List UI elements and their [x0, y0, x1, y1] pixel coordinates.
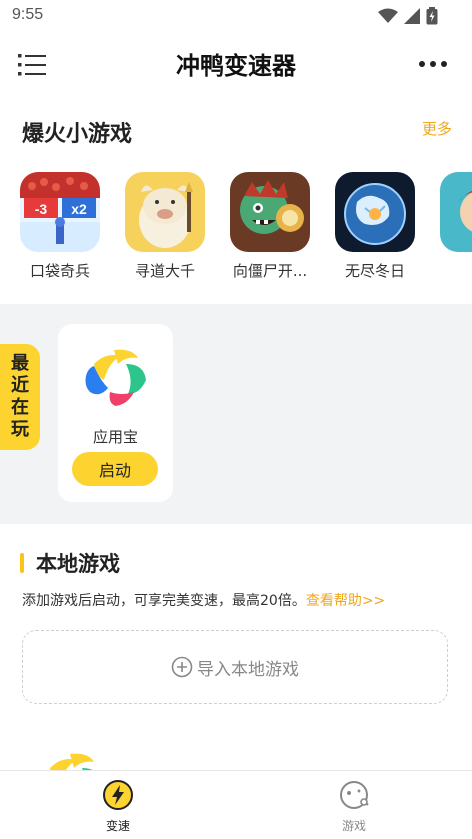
game-icon [125, 172, 205, 252]
status-bar: 9:55 [0, 0, 472, 32]
import-label: 导入本地游戏 [197, 659, 299, 680]
local-games-title: 本地游戏 [36, 552, 120, 576]
game-icon [335, 172, 415, 252]
game-icon: -3 x2 [20, 172, 100, 252]
status-icons [378, 7, 438, 25]
plus-circle-icon [171, 656, 193, 678]
recent-section: 最 近 在 玩 应用宝 启动 [0, 304, 472, 524]
game-name: 无尽冬日 [344, 262, 405, 280]
page-title: 冲鸭变速器 [176, 52, 296, 80]
app-header: 冲鸭变速器 [0, 32, 472, 96]
hot-games-more-link[interactable]: 更多 [422, 118, 452, 139]
recent-tab-char: 在 [11, 397, 29, 418]
game-controller-icon [340, 781, 369, 809]
game-name: 寻道大千 [134, 262, 195, 280]
help-link[interactable]: 查看帮助>> [306, 593, 385, 609]
game-name: 向僵尸开... [232, 262, 308, 280]
bottom-navigation: 变速 游戏 [0, 770, 472, 839]
lightning-icon [103, 780, 133, 810]
hot-games-list: -3 x2 口袋奇兵 寻道大千 向僵尸开... 无尽冬日 [0, 172, 472, 292]
import-local-game-button[interactable]: 导入本地游戏 [22, 630, 448, 704]
game-item-pocket-army[interactable]: -3 x2 口袋奇兵 [10, 172, 110, 281]
wifi-icon [378, 8, 398, 23]
recent-app-name: 应用宝 [92, 428, 138, 446]
game-item-partial[interactable]: 潮 [430, 172, 472, 281]
recent-tab-char: 玩 [11, 419, 29, 440]
signal-icon [404, 8, 420, 24]
hot-games-header: 爆火小游戏 更多 [22, 116, 452, 148]
more-options-icon[interactable] [418, 60, 448, 68]
nav-label-speed: 变速 [105, 819, 130, 833]
hot-games-title: 爆火小游戏 [22, 122, 133, 147]
game-item-endless-winter[interactable]: 无尽冬日 [325, 172, 425, 281]
battery-icon [426, 7, 438, 25]
svg-text:x2: x2 [71, 201, 87, 217]
yingyongbao-logo-icon [85, 349, 146, 406]
game-name: 口袋奇兵 [29, 262, 90, 280]
game-item-zombie[interactable]: 向僵尸开... [220, 172, 320, 281]
nav-label-games: 游戏 [341, 819, 366, 833]
game-icon [230, 172, 310, 252]
recent-tab-char: 最 [11, 353, 29, 374]
description-text: 添加游戏后启动，可享完美变速，最高20倍。 [22, 593, 306, 609]
nav-tab-speed[interactable]: 变速 [58, 779, 178, 834]
launch-button[interactable]: 启动 [72, 452, 158, 486]
game-item-xundao[interactable]: 寻道大千 [115, 172, 215, 281]
game-name: 潮 [430, 260, 472, 281]
recent-playing-tab: 最 近 在 玩 [0, 344, 40, 450]
local-games-description: 添加游戏后启动，可享完美变速，最高20倍。查看帮助>> [22, 590, 385, 610]
recent-tab-char: 近 [11, 375, 29, 396]
status-time: 9:55 [12, 6, 44, 23]
game-icon [440, 172, 472, 252]
nav-tab-games[interactable]: 游戏 [294, 779, 414, 834]
recent-app-card[interactable]: 应用宝 启动 [58, 324, 173, 502]
svg-text:-3: -3 [35, 201, 48, 217]
section-accent-bar [20, 553, 24, 573]
